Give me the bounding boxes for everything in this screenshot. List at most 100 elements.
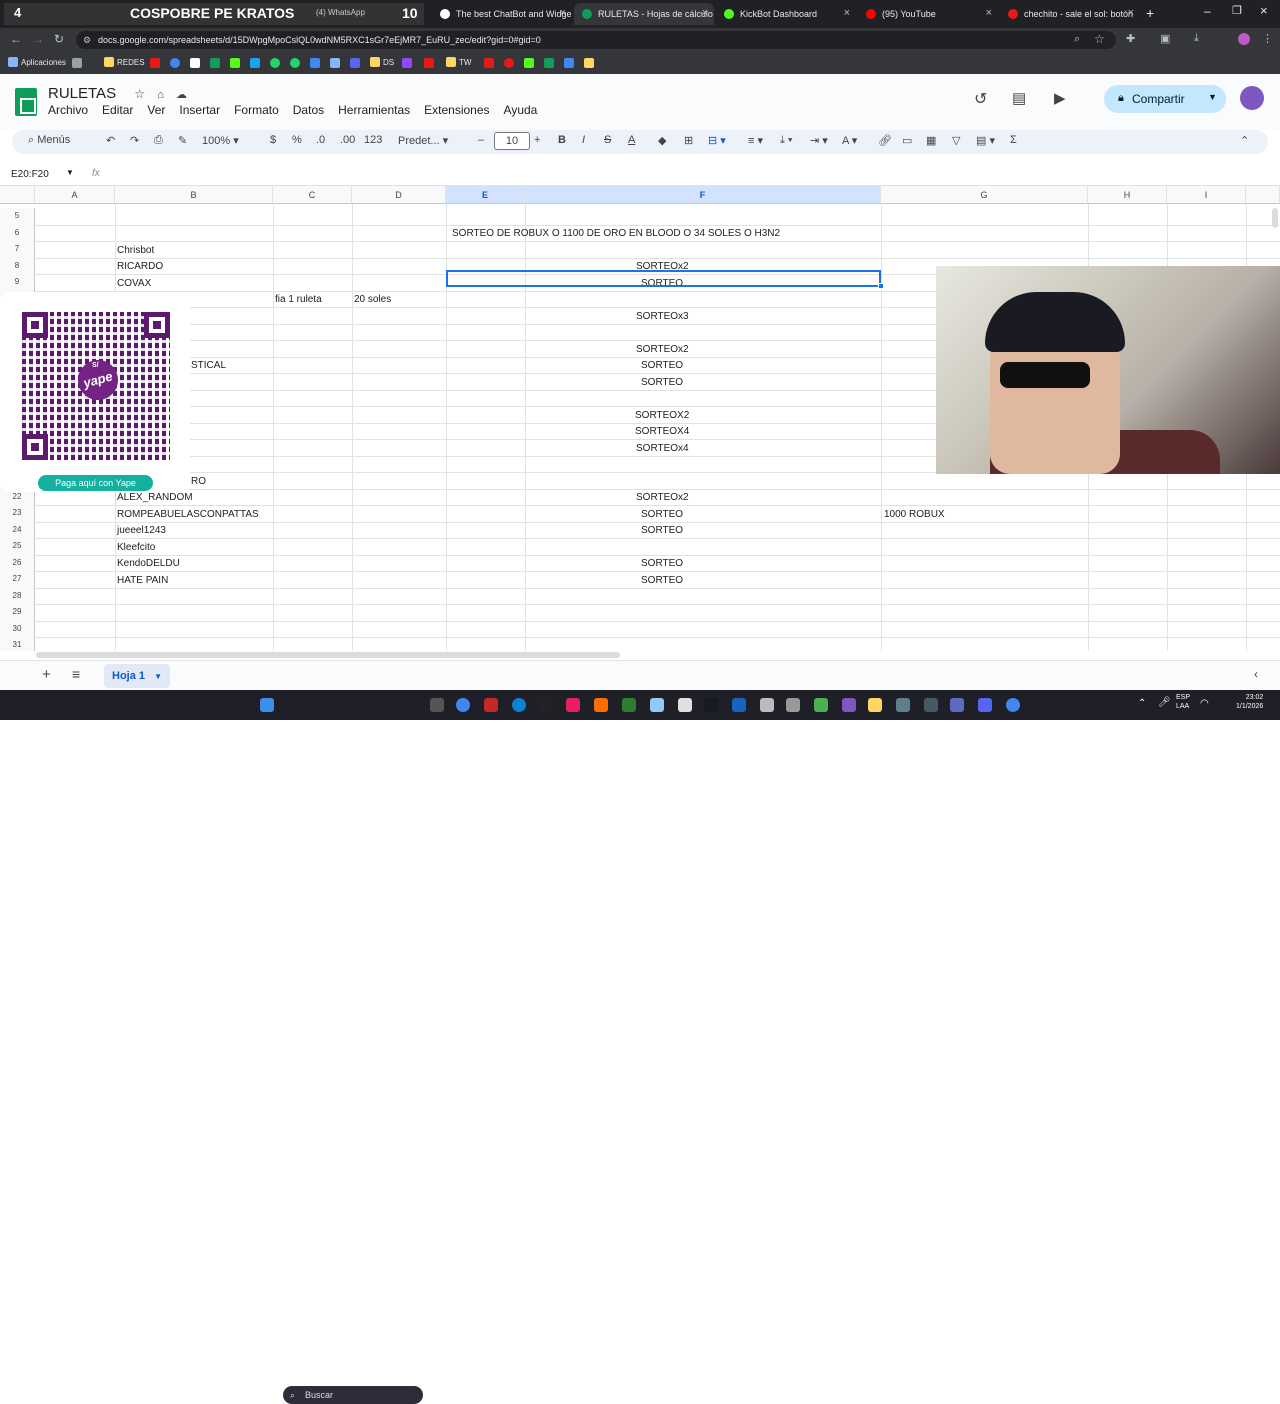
menu-editar[interactable]: Editar	[102, 103, 133, 117]
insert-comment-icon[interactable]: ▭	[902, 134, 912, 147]
menu-extensiones[interactable]: Extensiones	[424, 103, 489, 117]
minimize-icon[interactable]: –	[1204, 4, 1211, 18]
cell-f18[interactable]: SORTEOX4	[635, 426, 689, 437]
download-icon[interactable]: ⤓	[1194, 32, 1199, 45]
app-icon[interactable]	[924, 698, 938, 712]
row-header-5[interactable]: 5	[0, 208, 35, 225]
star-icon[interactable]: ☆	[1094, 32, 1105, 46]
col-header-a[interactable]: A	[35, 186, 115, 204]
text-wrap-icon[interactable]: ⇥ ▾	[810, 134, 828, 147]
menu-datos[interactable]: Datos	[293, 103, 324, 117]
col-header-f[interactable]: F	[525, 186, 881, 204]
cell-f27[interactable]: SORTEO	[641, 575, 683, 586]
sheets-logo-icon[interactable]	[15, 88, 37, 116]
cell-b22[interactable]: ALEX_RANDOM	[117, 492, 193, 503]
close-window-icon[interactable]: ×	[1260, 3, 1268, 18]
name-box[interactable]: E20:F20	[11, 169, 49, 180]
increase-decimal-button[interactable]: .00	[340, 134, 355, 146]
app-icon[interactable]	[760, 698, 774, 712]
undo-icon[interactable]: ↶	[106, 134, 115, 147]
whatsapp-icon[interactable]	[290, 58, 300, 68]
comments-icon[interactable]: ▤	[1012, 89, 1026, 107]
sheets-icon[interactable]	[210, 58, 220, 68]
app-icon[interactable]	[584, 58, 594, 68]
cell-b27[interactable]: HATE PAIN	[117, 575, 168, 586]
cell-b8[interactable]: RICARDO	[117, 261, 163, 272]
google-icon[interactable]	[170, 58, 180, 68]
cell-b14[interactable]: STICAL	[191, 360, 226, 371]
horizontal-scrollbar[interactable]	[36, 652, 620, 658]
edge-icon[interactable]	[512, 698, 526, 712]
menu-icon[interactable]: ⋮	[1262, 32, 1273, 45]
col-header-b[interactable]: B	[115, 186, 273, 204]
cell-b21[interactable]: RO	[191, 476, 206, 487]
youtube-icon[interactable]	[150, 58, 160, 68]
redo-icon[interactable]: ↷	[130, 134, 139, 147]
row-header-29[interactable]: 29	[0, 604, 35, 621]
tab-chatbot[interactable]: The best ChatBot and Widge ×	[432, 3, 572, 25]
menu-herramientas[interactable]: Herramientas	[338, 103, 410, 117]
functions-icon[interactable]: Σ	[1010, 134, 1017, 146]
chevron-down-icon[interactable]: ▼	[66, 168, 74, 177]
tab-chechito[interactable]: chechito - sale el sol: botón ×	[1000, 3, 1140, 25]
terminal-icon[interactable]	[538, 698, 552, 712]
font-size-input[interactable]: 10	[494, 132, 530, 150]
menu-ver[interactable]: Ver	[147, 103, 165, 117]
cell-f24[interactable]: SORTEO	[641, 525, 683, 536]
chevron-down-icon[interactable]: ▼	[154, 672, 162, 681]
row-header-28[interactable]: 28	[0, 587, 35, 604]
forward-icon[interactable]: →	[32, 32, 44, 46]
app-icon[interactable]	[424, 58, 434, 68]
app-icon[interactable]	[484, 698, 498, 712]
bookmark-ds[interactable]: DS	[370, 57, 394, 67]
close-icon[interactable]: ×	[844, 7, 850, 19]
bold-icon[interactable]: B	[558, 134, 566, 146]
drive-icon[interactable]	[330, 58, 340, 68]
cell-b24[interactable]: jueeel1243	[117, 525, 166, 536]
wifi-icon[interactable]: ◠	[1200, 698, 1209, 709]
collapse-icon[interactable]: ⌃	[1240, 134, 1249, 147]
chevron-down-icon[interactable]: ▼	[1208, 92, 1217, 102]
cell-f19[interactable]: SORTEOx4	[636, 443, 689, 454]
docs-icon[interactable]	[310, 58, 320, 68]
close-icon[interactable]: ×	[560, 7, 566, 19]
search-menus-button[interactable]: ⌕ Menús	[28, 134, 70, 147]
col-header-d[interactable]: D	[352, 186, 446, 204]
chevron-up-icon[interactable]: ⌃	[1138, 698, 1146, 709]
cell-d10[interactable]: 20 soles	[354, 294, 391, 305]
app-icon[interactable]	[594, 698, 608, 712]
bookmark-redes[interactable]: REDES	[104, 57, 145, 67]
bookmark-tw[interactable]: TW	[446, 57, 471, 67]
mic-icon[interactable]: 🎤︎	[1158, 697, 1171, 708]
add-sheet-icon[interactable]: +	[42, 666, 51, 683]
twitch-icon[interactable]	[402, 58, 412, 68]
percent-button[interactable]: %	[292, 134, 302, 146]
mail-icon[interactable]	[650, 698, 664, 712]
url-input[interactable]: ⚙ docs.google.com/spreadsheets/d/15DWpgM…	[76, 31, 1116, 49]
app-icon[interactable]	[842, 698, 856, 712]
cell-f23[interactable]: SORTEO	[641, 509, 683, 520]
cell-b23[interactable]: ROMPEABUELASCONPATTAS	[117, 509, 259, 520]
clock[interactable]: 23:02 1/1/2026	[1236, 693, 1263, 711]
app-icon[interactable]	[678, 698, 692, 712]
borders-icon[interactable]: ⊞	[684, 134, 693, 147]
yape-pay-button[interactable]: Paga aquí con Yape	[38, 475, 153, 491]
cell-b25[interactable]: Kleefcito	[117, 542, 155, 553]
discord-icon[interactable]	[978, 698, 992, 712]
extensions-icon[interactable]: ✚	[1126, 32, 1135, 45]
paint-format-icon[interactable]: ✎	[178, 134, 187, 147]
col-header-g[interactable]: G	[881, 186, 1088, 204]
avatar[interactable]	[1240, 86, 1264, 110]
minecraft-icon[interactable]	[814, 698, 828, 712]
tiktok-live-icon[interactable]	[566, 698, 580, 712]
col-header-c[interactable]: C	[273, 186, 352, 204]
menu-ayuda[interactable]: Ayuda	[504, 103, 538, 117]
insert-chart-icon[interactable]: ▦	[926, 134, 936, 147]
app-icon[interactable]	[786, 698, 800, 712]
reload-icon[interactable]: ↻	[54, 32, 64, 46]
cell-g23[interactable]: 1000 ROBUX	[884, 509, 945, 520]
app-icon[interactable]	[504, 58, 514, 68]
tab-kickbot[interactable]: KickBot Dashboard ×	[716, 3, 856, 25]
italic-icon[interactable]: I	[582, 134, 585, 146]
menu-archivo[interactable]: Archivo	[48, 103, 88, 117]
